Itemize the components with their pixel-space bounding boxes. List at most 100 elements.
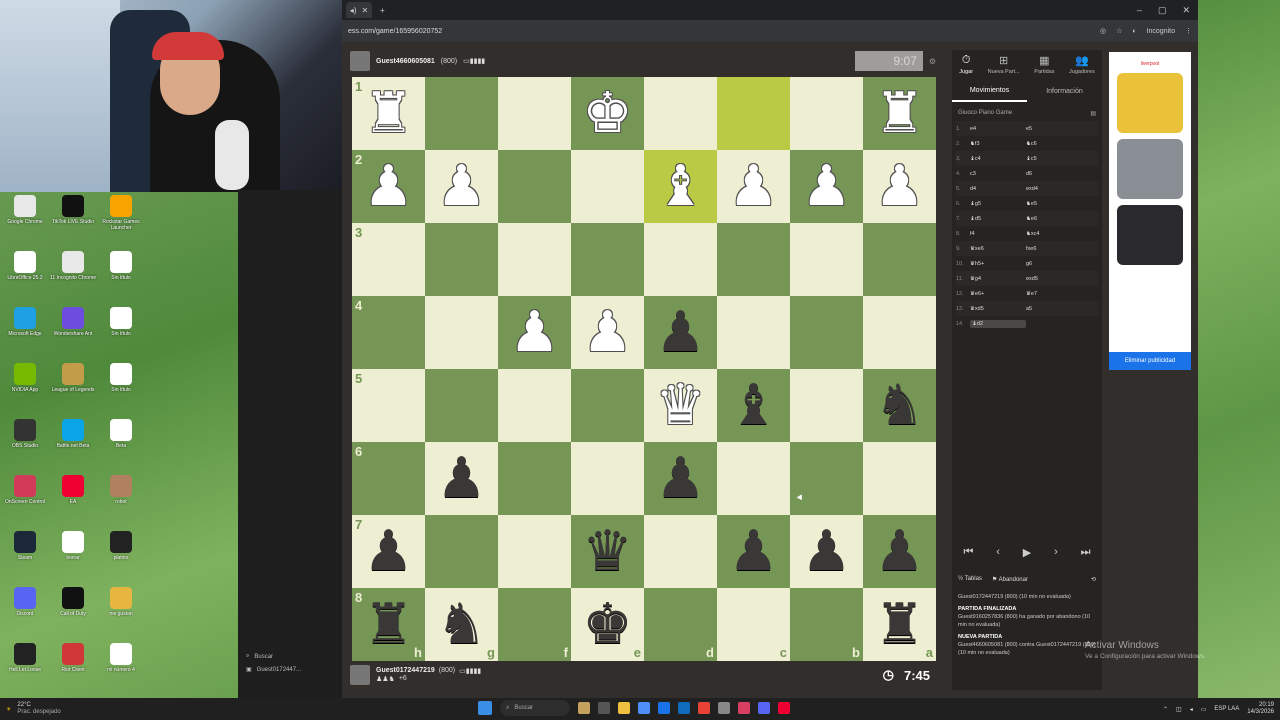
move-san[interactable]: ♞c6 <box>1026 141 1082 147</box>
board-square[interactable]: ♜ <box>863 77 936 150</box>
black-king-piece[interactable]: ♚ <box>582 596 632 653</box>
desktop-icon[interactable]: OBS Studio <box>0 419 50 449</box>
white-king-piece[interactable]: ♚ <box>582 85 632 142</box>
move-san[interactable]: ♝c4 <box>970 156 1026 162</box>
board-square[interactable] <box>863 442 936 515</box>
board-square[interactable] <box>571 150 644 223</box>
desktop-icon[interactable]: Beta <box>96 419 146 449</box>
tab-active[interactable]: ◂) ✕ <box>346 2 372 18</box>
desktop-icon[interactable]: Riot Client <box>48 643 98 673</box>
white-pawn-piece[interactable]: ♟ <box>801 158 851 215</box>
black-pawn-piece[interactable]: ♟ <box>655 304 705 361</box>
board-square[interactable]: ♟ <box>425 150 498 223</box>
menu-icon[interactable]: ⋮ <box>1185 27 1192 35</box>
taskbar-app-obs[interactable] <box>738 702 750 714</box>
board-square[interactable] <box>425 223 498 296</box>
board-square[interactable]: ♟ <box>498 296 571 369</box>
board-square[interactable]: ♝ <box>644 150 717 223</box>
board-square[interactable]: ♚ <box>571 77 644 150</box>
settings-gear-icon[interactable]: ⚙ <box>929 57 936 66</box>
ad-product-motherboard[interactable] <box>1117 205 1183 265</box>
board-square[interactable] <box>863 296 936 369</box>
taskbar-app-game[interactable] <box>578 702 590 714</box>
white-pawn-piece[interactable]: ♟ <box>728 158 778 215</box>
board-square[interactable]: e ♚ <box>571 588 644 661</box>
white-queen-piece[interactable]: ♛ <box>655 377 705 434</box>
desktop-icon[interactable]: NVIDIA App <box>0 363 50 393</box>
board-square[interactable] <box>425 296 498 369</box>
board-square[interactable]: ♟ <box>644 296 717 369</box>
black-bishop-piece[interactable]: ♝ <box>728 377 778 434</box>
desktop-icon[interactable]: platino <box>96 531 146 561</box>
move-san[interactable]: exd4 <box>1026 186 1082 192</box>
black-pawn-piece[interactable]: ♟ <box>436 450 486 507</box>
board-square[interactable] <box>790 77 863 150</box>
black-pawn-piece[interactable]: ♟ <box>655 450 705 507</box>
board-square[interactable]: f <box>498 588 571 661</box>
taskbar-app-record[interactable] <box>778 702 790 714</box>
eye-off-icon[interactable]: ◎ <box>1100 27 1106 35</box>
board-square[interactable] <box>644 515 717 588</box>
move-san[interactable]: e4 <box>970 126 1026 132</box>
board-square[interactable]: ♟ <box>425 442 498 515</box>
board-square[interactable] <box>790 296 863 369</box>
desktop-icon[interactable]: Google Chrome <box>0 195 50 225</box>
desktop-icon[interactable]: Sin título <box>96 307 146 337</box>
move-san[interactable]: f4 <box>970 231 1026 237</box>
taskbar-app-explorer[interactable] <box>618 702 630 714</box>
board-square[interactable]: g ♞ <box>425 588 498 661</box>
move-san[interactable]: d4 <box>970 186 1026 192</box>
move-san[interactable]: ♞xc4 <box>1026 231 1082 237</box>
close-tab-icon[interactable]: ✕ <box>361 6 368 15</box>
board-square[interactable]: ♟ <box>790 150 863 223</box>
board-square[interactable] <box>790 442 863 515</box>
first-move-button[interactable]: ⏮ <box>963 546 973 559</box>
move-san[interactable]: e5 <box>1026 126 1082 132</box>
board-square[interactable]: ♟ <box>863 515 936 588</box>
move-san[interactable]: ♝g5 <box>970 201 1026 207</box>
desktop-icon[interactable]: Discord <box>0 587 50 617</box>
opening-name[interactable]: Giuoco Piano Game <box>958 110 1012 117</box>
white-rook-piece[interactable]: ♜ <box>363 85 413 142</box>
desktop-icon[interactable]: borrar <box>48 531 98 561</box>
taskbar-app-taskview[interactable] <box>598 702 610 714</box>
weather-widget[interactable]: 22°C Prac. despejado <box>17 702 60 716</box>
panel-tab[interactable]: ⏱ Jugar <box>959 54 973 80</box>
board-square[interactable]: ♞ <box>863 369 936 442</box>
move-san[interactable]: ♞e6 <box>1026 216 1082 222</box>
board-square[interactable] <box>498 223 571 296</box>
desktop-icon[interactable]: Sin título <box>96 363 146 393</box>
white-pawn-piece[interactable]: ♟ <box>436 158 486 215</box>
move-san[interactable]: ♛e6+ <box>970 291 1026 297</box>
advertisement[interactable]: liverpool Eliminar publicidad <box>1109 52 1191 370</box>
taskbar-app-photos[interactable] <box>638 702 650 714</box>
board-square[interactable] <box>717 296 790 369</box>
desktop-icon[interactable]: me gustan <box>96 587 146 617</box>
ad-product-drill[interactable] <box>1117 73 1183 133</box>
taskbar-app-discord[interactable] <box>758 702 770 714</box>
board-square[interactable]: 8 h ♜ <box>352 588 425 661</box>
chess-board[interactable]: 1 ♜ ♚ ♜ 2 ♟ ♟ ♝ ♟ ♟ ♟ 3 4 ♟ ♟ ♟ 5 ♛ ♝ ♞ 6 ♟ ♟ 7 ♟ ♛ ♟ ♟ ♟ 8 h ♜ g ♞ f e ♚ d c b… <box>352 77 936 661</box>
desktop-icon[interactable]: EA <box>48 475 98 505</box>
volume-icon[interactable]: ◂ <box>1190 706 1193 713</box>
board-square[interactable] <box>717 223 790 296</box>
board-square[interactable] <box>571 442 644 515</box>
sidebar-search[interactable]: ⌕ Buscar <box>242 650 338 663</box>
desktop-icon[interactable]: OnScreen Control <box>0 475 50 505</box>
taskbar-app-edge[interactable] <box>678 702 690 714</box>
move-san[interactable]: g6 <box>1026 261 1082 267</box>
move-san[interactable]: ♛e7 <box>1026 291 1082 297</box>
move-san[interactable]: ♛xd5 <box>970 306 1026 312</box>
board-square[interactable]: ♛ <box>571 515 644 588</box>
move-san[interactable]: c3 <box>970 171 1026 177</box>
board-square[interactable]: ♟ <box>790 515 863 588</box>
board-square[interactable] <box>863 223 936 296</box>
black-rook-piece[interactable]: ♜ <box>363 596 413 653</box>
desktop-icon[interactable]: League of Legends <box>48 363 98 393</box>
black-pawn-piece[interactable]: ♟ <box>874 523 924 580</box>
board-square[interactable]: ♛ <box>644 369 717 442</box>
black-pawn-piece[interactable]: ♟ <box>363 523 413 580</box>
taskbar-app-generic[interactable] <box>718 702 730 714</box>
board-square[interactable] <box>571 223 644 296</box>
board-square[interactable]: 7 ♟ <box>352 515 425 588</box>
